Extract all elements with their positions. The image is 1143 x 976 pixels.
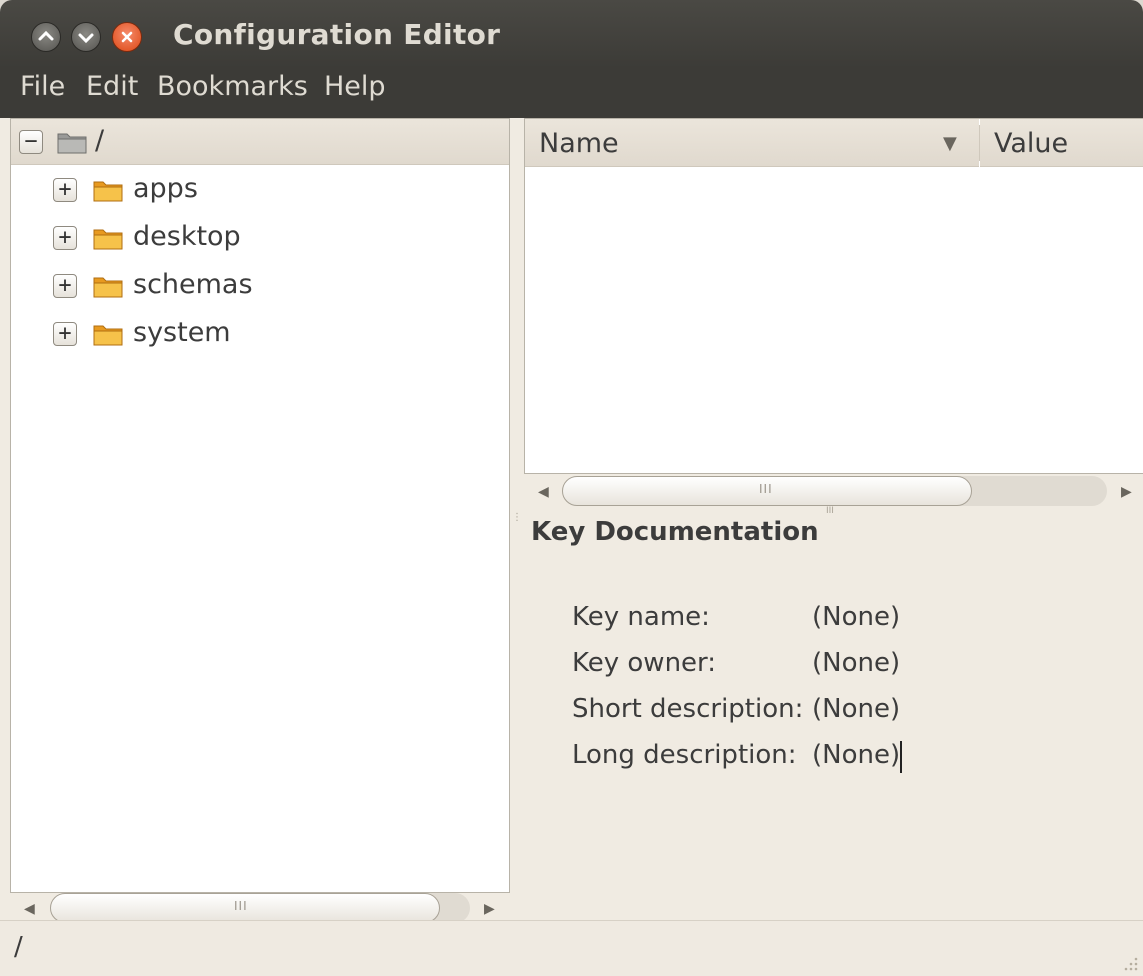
key-documentation-heading: Key Documentation [531, 517, 819, 547]
key-name-label: Key name: [572, 602, 710, 632]
key-owner-value: (None) [812, 648, 901, 678]
tree-horizontal-scrollbar[interactable]: III [50, 893, 470, 923]
menu-edit[interactable]: Edit [86, 71, 138, 102]
folder-icon [93, 325, 123, 346]
text-cursor [900, 741, 902, 773]
window-title: Configuration Editor [173, 18, 501, 51]
tree-item-label: desktop [133, 221, 241, 252]
maximize-button[interactable] [71, 22, 101, 52]
tree-item-expand-toggle[interactable]: + [53, 226, 77, 250]
column-header-value[interactable]: Value [980, 119, 1143, 167]
tree-item-expand-toggle[interactable]: + [53, 274, 77, 298]
maximize-icon [78, 33, 94, 44]
configuration-editor-window: Configuration Editor File Edit Bookmarks… [0, 0, 1143, 976]
tree-item-label: schemas [133, 269, 253, 300]
scroll-right-arrow-icon[interactable]: ▶ [484, 901, 495, 917]
menu-file[interactable]: File [20, 71, 65, 102]
sort-descending-icon: ▼ [943, 133, 957, 154]
minimize-button[interactable] [31, 22, 61, 52]
pane-divider-grip[interactable]: III [826, 506, 834, 516]
scroll-left-arrow-icon[interactable]: ◀ [538, 484, 549, 500]
short-description-label: Short description: [572, 694, 804, 724]
scroll-right-arrow-icon[interactable]: ▶ [1121, 484, 1132, 500]
close-button[interactable] [112, 22, 142, 52]
tree-item-expand-toggle[interactable]: + [53, 322, 77, 346]
folder-icon [93, 229, 123, 250]
short-description-value: (None) [812, 694, 901, 724]
close-icon [121, 31, 133, 43]
tree-item-label: apps [133, 173, 198, 204]
folder-icon [93, 277, 123, 298]
tree-item-expand-toggle[interactable]: + [53, 178, 77, 202]
resize-grip-icon[interactable] [1121, 954, 1139, 972]
folder-icon [57, 133, 87, 154]
key-owner-label: Key owner: [572, 648, 717, 678]
tree-item-label: system [133, 317, 231, 348]
long-description-value[interactable]: (None) [812, 740, 900, 770]
scroll-left-arrow-icon[interactable]: ◀ [24, 901, 35, 917]
long-description-label: Long description: [572, 740, 797, 770]
menu-bookmarks[interactable]: Bookmarks [157, 71, 308, 102]
key-name-value: (None) [812, 602, 901, 632]
table-horizontal-scrollbar[interactable]: III [562, 476, 1107, 506]
scrollbar-thumb[interactable]: III [562, 476, 972, 506]
folder-icon [93, 181, 123, 202]
title-bar: Configuration Editor [0, 0, 1143, 68]
tree-root-collapse-toggle[interactable]: − [19, 130, 43, 154]
tree-root-row[interactable]: − / [11, 119, 509, 165]
scrollbar-thumb[interactable]: III [50, 893, 440, 923]
minimize-icon [38, 30, 54, 41]
tree-root-label: / [95, 125, 105, 156]
pane-divider-grip[interactable]: ⋮ [512, 512, 522, 523]
menu-help[interactable]: Help [324, 71, 386, 102]
status-bar [0, 920, 1143, 976]
directory-tree-panel[interactable]: − / + apps + desktop + schemas + system [10, 118, 510, 893]
key-value-table[interactable]: Name ▼ Value [524, 118, 1143, 474]
column-header-name[interactable]: Name ▼ [525, 119, 979, 167]
status-path: / [14, 932, 23, 962]
